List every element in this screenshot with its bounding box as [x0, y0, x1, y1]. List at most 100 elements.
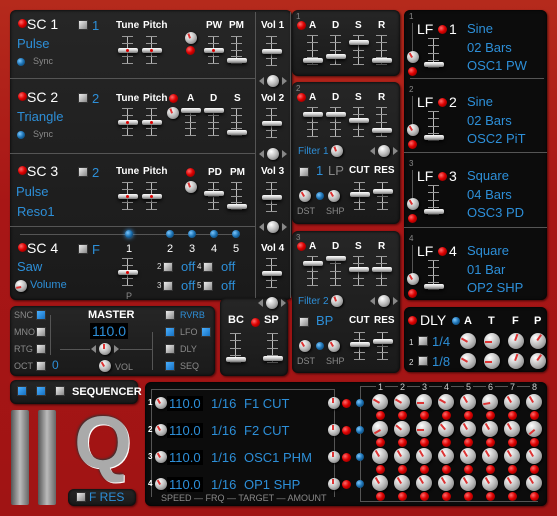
- delay-row-1-t-knob[interactable]: [484, 333, 500, 349]
- filter2-dst-knob[interactable]: [299, 340, 311, 352]
- master-volume-knob[interactable]: [99, 360, 111, 372]
- env3-r-slider[interactable]: [371, 256, 393, 286]
- delay-row-2-checkbox[interactable]: [418, 356, 428, 366]
- bc-sp-arrows[interactable]: [258, 297, 286, 309]
- lfo1-target-led[interactable]: [408, 67, 417, 76]
- osc3-checkbox[interactable]: [78, 167, 88, 177]
- osc2-checkbox[interactable]: [78, 93, 88, 103]
- osc4-led[interactable]: [18, 243, 27, 252]
- dly-checkbox[interactable]: [165, 344, 175, 354]
- lfo3-slider[interactable]: [423, 185, 445, 215]
- seq-row-2-step-8-led[interactable]: [530, 438, 539, 447]
- osc3-pd-slider[interactable]: [203, 182, 225, 210]
- seq-row-3-step-1-led[interactable]: [376, 465, 385, 474]
- seq-row-3-step-3-led[interactable]: [420, 465, 429, 474]
- seq-row-2-step-7-led[interactable]: [508, 438, 517, 447]
- delay-row-2-a-knob[interactable]: [460, 353, 476, 369]
- osc4-step-5-led[interactable]: [232, 230, 240, 238]
- vol1-slider[interactable]: [261, 36, 283, 66]
- osc2-env-led[interactable]: [169, 94, 178, 103]
- osc2-s-slider[interactable]: [226, 108, 248, 136]
- seq-row-4-step-1-knob[interactable]: [372, 475, 388, 491]
- osc2-tune-slider[interactable]: [117, 108, 139, 136]
- seq-row-1-step-5-led[interactable]: [464, 411, 473, 420]
- filter2-res-slider[interactable]: [372, 332, 394, 360]
- lfo3-led[interactable]: [438, 172, 447, 181]
- osc4-slot-3-checkbox[interactable]: [203, 281, 213, 291]
- vol4-slider[interactable]: [261, 258, 283, 288]
- seq-toggle-1[interactable]: [17, 386, 27, 396]
- seq-row-4-step-6-knob[interactable]: [482, 475, 498, 491]
- seq-row-1-step-4-led[interactable]: [442, 411, 451, 420]
- osc3-tune-slider[interactable]: [117, 182, 139, 210]
- env3-s-slider[interactable]: [348, 256, 370, 286]
- osc3-variant[interactable]: Reso1: [17, 204, 55, 219]
- seq-row-1-step-1-led[interactable]: [376, 411, 385, 420]
- osc2-number[interactable]: 2: [92, 91, 99, 106]
- seq-row-1-speed-knob[interactable]: [155, 397, 167, 409]
- lfo4-knob[interactable]: [407, 273, 419, 285]
- osc3-pitch-slider[interactable]: [141, 182, 163, 210]
- osc3-pm-slider[interactable]: [226, 182, 248, 210]
- delay-row-2-f-knob[interactable]: [508, 353, 524, 369]
- seq-row-1-step-2-knob[interactable]: [394, 394, 410, 410]
- osc1-sync-led[interactable]: [17, 58, 25, 66]
- osc1-pitch-slider[interactable]: [141, 36, 163, 64]
- env3-d-slider[interactable]: [325, 256, 347, 286]
- lfo-checkbox[interactable]: [165, 327, 175, 337]
- seq-row-1-step-1-knob[interactable]: [372, 394, 388, 410]
- seq-row-3-step-4-knob[interactable]: [438, 448, 454, 464]
- master-tempo-display[interactable]: 110.0: [90, 323, 128, 339]
- lfo1-led[interactable]: [438, 25, 447, 34]
- osc4-number[interactable]: F: [92, 242, 100, 257]
- seq-row-4-step-7-led[interactable]: [508, 492, 517, 501]
- seq-row-2-step-1-led[interactable]: [376, 438, 385, 447]
- seq-row-2-led[interactable]: [342, 426, 351, 435]
- seq-row-4-step-3-led[interactable]: [420, 492, 429, 501]
- vol3-slider[interactable]: [261, 182, 283, 212]
- seq-row-2-step-2-knob[interactable]: [394, 421, 410, 437]
- osc4-p-slider[interactable]: [117, 258, 139, 286]
- osc1-pw-knob[interactable]: [185, 32, 197, 44]
- lfo1-knob[interactable]: [407, 51, 419, 63]
- seq-row-4-step-5-led[interactable]: [464, 492, 473, 501]
- env1-s-slider[interactable]: [348, 35, 370, 65]
- seq-row-2-step-6-led[interactable]: [486, 438, 495, 447]
- seq-toggle-2[interactable]: [36, 386, 46, 396]
- seq-row-2-step-6-knob[interactable]: [482, 421, 498, 437]
- seq-row-2-step-8-knob[interactable]: [526, 421, 542, 437]
- osc2-env-knob[interactable]: [167, 107, 179, 119]
- vol2-slider[interactable]: [261, 108, 283, 138]
- seq-row-4-step-1-led[interactable]: [376, 492, 385, 501]
- seq-row-4-speed-display[interactable]: 110.0: [167, 477, 203, 492]
- delay-row-1-f-knob[interactable]: [508, 333, 524, 349]
- seq-row-2-amount-knob[interactable]: [328, 424, 340, 436]
- osc4-step-1-led[interactable]: [125, 230, 133, 238]
- seq-row-2-step-1-knob[interactable]: [372, 421, 388, 437]
- filter1-knob[interactable]: [331, 145, 343, 157]
- lfo2-led[interactable]: [438, 98, 447, 107]
- bc-sp-led[interactable]: [251, 318, 260, 327]
- rtg-checkbox[interactable]: [36, 344, 46, 354]
- osc2-pitch-slider[interactable]: [141, 108, 163, 136]
- filter1-checkbox[interactable]: [299, 167, 309, 177]
- seq-checkbox[interactable]: [165, 361, 175, 371]
- seq-row-1-step-6-knob[interactable]: [482, 394, 498, 410]
- seq-row-3-led[interactable]: [342, 453, 351, 462]
- lfo3-knob[interactable]: [407, 198, 419, 210]
- seq-row-1-led[interactable]: [342, 399, 351, 408]
- osc4-step-4-led[interactable]: [210, 230, 218, 238]
- filter2-knob[interactable]: [331, 295, 343, 307]
- osc4-slot-1-checkbox[interactable]: [203, 262, 213, 272]
- master-tempo-arrows[interactable]: [91, 343, 119, 355]
- env2-s-slider[interactable]: [348, 107, 370, 137]
- seq-row-4-step-8-knob[interactable]: [526, 475, 542, 491]
- seq-row-4-step-5-knob[interactable]: [460, 475, 476, 491]
- filter1-shp-knob[interactable]: [328, 190, 340, 202]
- seq-row-2-step-5-knob[interactable]: [460, 421, 476, 437]
- osc2-waveform[interactable]: Triangle: [17, 109, 63, 124]
- env1-d-slider[interactable]: [325, 35, 347, 65]
- seq-row-4-step-2-led[interactable]: [398, 492, 407, 501]
- osc3-number[interactable]: 2: [92, 165, 99, 180]
- osc4-waveform[interactable]: Saw: [17, 259, 42, 274]
